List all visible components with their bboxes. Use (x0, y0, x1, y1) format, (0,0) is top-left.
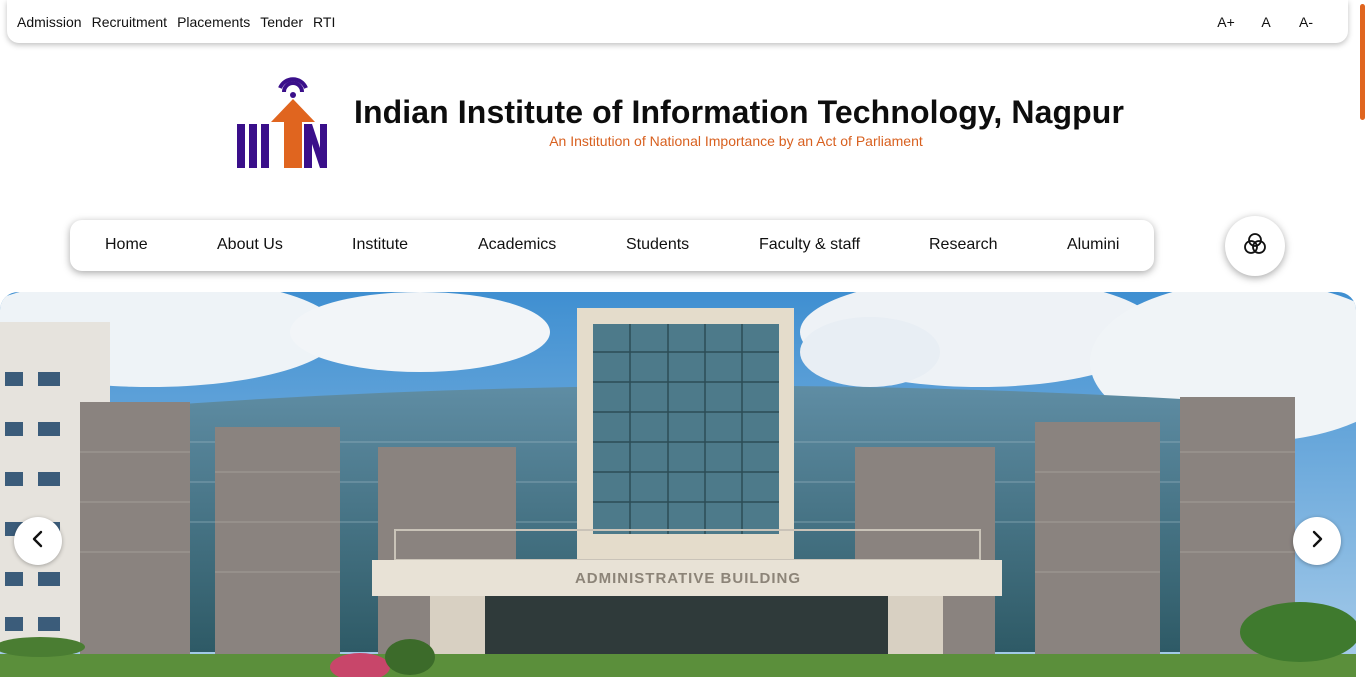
chevron-right-icon (1307, 529, 1327, 554)
top-link-rti[interactable]: RTI (313, 14, 335, 30)
font-decrease-button[interactable]: A- (1286, 14, 1326, 30)
palette-circles-icon (1243, 232, 1267, 261)
top-link-tender[interactable]: Tender (260, 14, 303, 30)
institute-logo[interactable] (236, 74, 328, 170)
font-size-controls: A+ A A- (1206, 14, 1326, 30)
scroll-indicator[interactable] (1360, 4, 1365, 120)
chevron-left-icon (28, 529, 48, 554)
top-link-admission[interactable]: Admission (17, 14, 82, 30)
font-increase-button[interactable]: A+ (1206, 14, 1246, 30)
top-link-recruitment[interactable]: Recruitment (92, 14, 167, 30)
header-titles: Indian Institute of Information Technolo… (354, 94, 1124, 149)
nav-item-institute[interactable]: Institute (352, 236, 408, 254)
carousel-prev-button[interactable] (14, 517, 62, 565)
nav-item-home[interactable]: Home (105, 236, 148, 254)
nav-item-alumini[interactable]: Alumini (1067, 236, 1119, 254)
nav-item-research[interactable]: Research (929, 236, 997, 254)
font-reset-button[interactable]: A (1246, 14, 1286, 30)
building-sign-text: ADMINISTRATIVE BUILDING (575, 570, 801, 587)
nav-item-academics[interactable]: Academics (478, 236, 556, 254)
institute-title: Indian Institute of Information Technolo… (354, 94, 1124, 130)
nav-item-about-us[interactable]: About Us (217, 236, 283, 254)
theme-toggle-button[interactable] (1225, 216, 1285, 276)
institute-subtitle: An Institution of National Importance by… (549, 133, 923, 149)
carousel-next-button[interactable] (1293, 517, 1341, 565)
top-link-placements[interactable]: Placements (177, 14, 250, 30)
main-navigation: Home About Us Institute Academics Studen… (70, 220, 1154, 271)
top-utility-bar: Admission Recruitment Placements Tender … (7, 0, 1348, 43)
hero-building-image: ADMINISTRATIVE BUILDING (0, 292, 1356, 677)
nav-item-faculty-staff[interactable]: Faculty & staff (759, 236, 860, 254)
top-links: Admission Recruitment Placements Tender … (17, 14, 335, 30)
hero-carousel: ADMINISTRATIVE BUILDING (0, 292, 1356, 677)
nav-item-students[interactable]: Students (626, 236, 689, 254)
